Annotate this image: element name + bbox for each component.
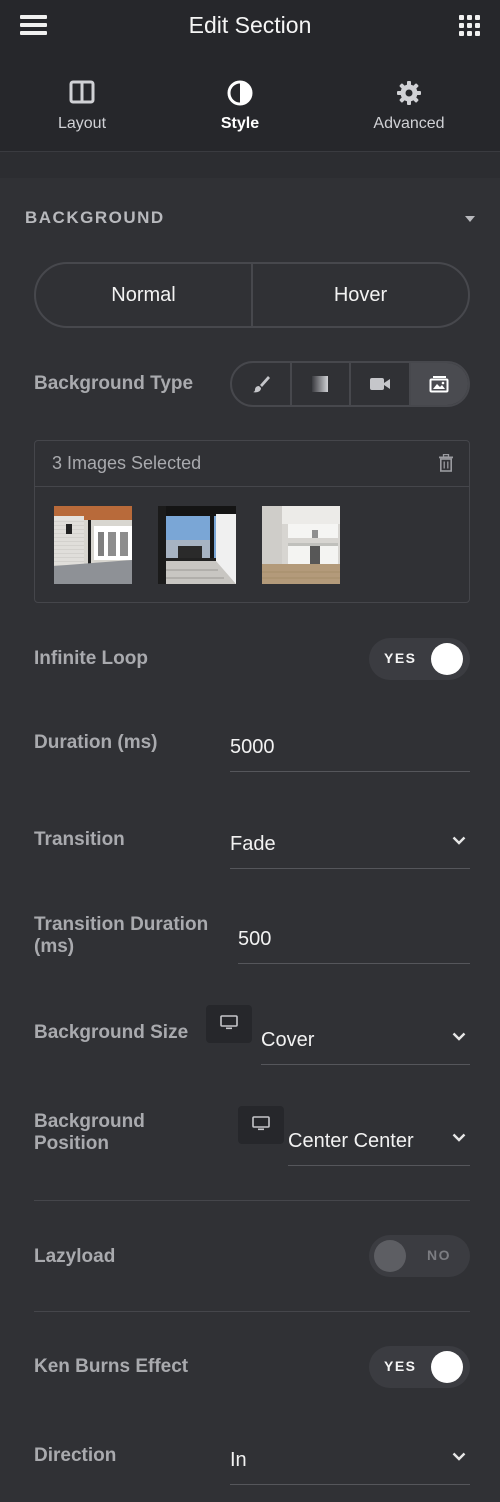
infinite-loop-toggle[interactable]: YES xyxy=(369,638,470,680)
toggle-knob xyxy=(431,643,463,675)
editor-header: Edit Section xyxy=(0,0,500,52)
infinite-loop-label: Infinite Loop xyxy=(34,648,148,669)
tab-advanced[interactable]: Advanced xyxy=(354,52,464,152)
desktop-icon xyxy=(252,1116,270,1131)
tab-style[interactable]: Style xyxy=(190,52,290,152)
slideshow-bg-button[interactable] xyxy=(408,363,468,405)
gallery-thumb-kitchen[interactable] xyxy=(262,506,340,584)
video-icon xyxy=(369,378,390,390)
ken-burns-label: Ken Burns Effect xyxy=(34,1356,189,1377)
normal-hover-switch: Normal Hover xyxy=(34,262,470,328)
desktop-icon xyxy=(220,1015,238,1030)
ken-burns-toggle[interactable]: YES xyxy=(369,1346,470,1388)
responsive-device-button[interactable] xyxy=(206,1005,252,1043)
transition-duration-value: 500 xyxy=(238,928,272,950)
transition-duration-label: Transition Duration (ms) xyxy=(34,914,209,957)
chevron-down-icon xyxy=(452,1032,466,1041)
duration-label: Duration (ms) xyxy=(34,732,158,753)
chevron-down-icon xyxy=(452,1133,466,1142)
chevron-down-icon xyxy=(452,836,466,845)
background-size-select[interactable]: Cover xyxy=(261,1019,470,1065)
direction-label: Direction xyxy=(34,1445,117,1466)
background-position-label: Background Position xyxy=(34,1111,145,1154)
transition-select[interactable]: Fade xyxy=(230,823,470,869)
duration-value: 5000 xyxy=(230,736,275,758)
images-selected-count: 3 Images Selected xyxy=(52,453,202,473)
gallery-header: 3 Images Selected xyxy=(35,441,469,487)
gradient-bg-button[interactable] xyxy=(289,363,350,405)
transition-value: Fade xyxy=(230,833,276,855)
panel-tabs: Layout Style Advanced xyxy=(0,52,500,152)
chevron-down-icon xyxy=(452,1452,466,1461)
toggle-knob xyxy=(374,1240,406,1272)
background-position-select[interactable]: Center Center xyxy=(288,1120,470,1166)
section-title[interactable]: BACKGROUND xyxy=(25,208,165,228)
tab-advanced-label: Advanced xyxy=(373,115,445,132)
panel-title: Edit Section xyxy=(188,12,312,38)
tabs-separator xyxy=(0,152,500,178)
lazyload-label: Lazyload xyxy=(34,1246,116,1267)
video-bg-button[interactable] xyxy=(349,363,409,405)
background-position-value: Center Center xyxy=(288,1130,414,1152)
slideshow-gallery: 3 Images Selected xyxy=(34,440,470,603)
state-normal-button[interactable]: Normal xyxy=(36,264,251,326)
porch-photo xyxy=(54,506,132,584)
transition-duration-input[interactable]: 500 xyxy=(238,918,470,964)
direction-value: In xyxy=(230,1449,247,1471)
background-size-label: Background Size xyxy=(34,1022,189,1043)
responsive-device-button[interactable] xyxy=(238,1106,284,1144)
background-size-value: Cover xyxy=(261,1029,315,1051)
duration-input[interactable]: 5000 xyxy=(230,726,470,772)
gear-icon xyxy=(397,81,421,105)
classic-bg-button[interactable] xyxy=(232,363,290,405)
gallery-thumb-patio[interactable] xyxy=(158,506,236,584)
background-type-choices xyxy=(230,361,470,407)
columns-icon xyxy=(69,80,95,104)
divider xyxy=(34,1200,470,1201)
patio-photo xyxy=(158,506,236,584)
gradient-icon xyxy=(312,376,329,392)
transition-label: Transition xyxy=(34,829,125,850)
trash-icon[interactable] xyxy=(438,454,454,472)
tab-layout-label: Layout xyxy=(57,115,107,132)
caret-down-icon[interactable] xyxy=(465,216,475,222)
background-section: BACKGROUND Normal Hover Background Type xyxy=(0,178,500,1502)
infinite-loop-state: YES xyxy=(384,650,417,666)
state-hover-button[interactable]: Hover xyxy=(251,264,468,326)
direction-select[interactable]: In xyxy=(230,1439,470,1485)
background-type-label: Background Type xyxy=(34,373,194,394)
contrast-icon xyxy=(227,80,253,106)
ken-burns-state: YES xyxy=(384,1358,417,1374)
tab-layout[interactable]: Layout xyxy=(32,52,132,152)
kitchen-photo xyxy=(262,506,340,584)
lazyload-toggle[interactable]: NO xyxy=(369,1235,470,1277)
widgets-grid-icon[interactable] xyxy=(459,15,481,37)
toggle-knob xyxy=(431,1351,463,1383)
slideshow-icon xyxy=(429,376,449,393)
divider xyxy=(34,1311,470,1312)
brush-icon xyxy=(252,376,270,393)
lazyload-state: NO xyxy=(427,1247,451,1263)
gallery-thumb-porch[interactable] xyxy=(54,506,132,584)
tab-style-label: Style xyxy=(220,115,260,132)
